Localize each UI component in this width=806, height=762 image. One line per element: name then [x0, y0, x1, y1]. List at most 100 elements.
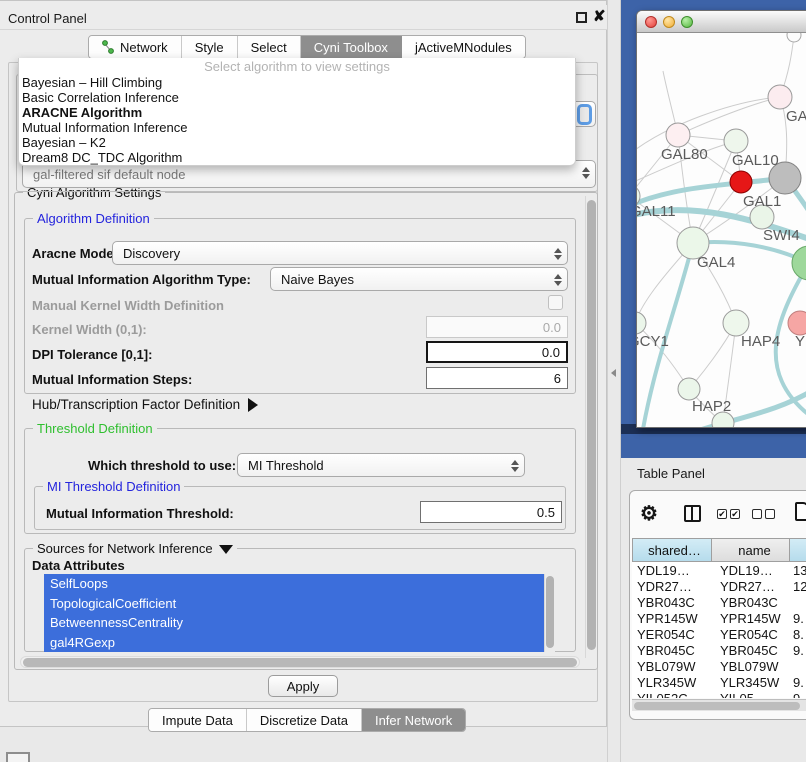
minimized-panel-icon[interactable] [6, 752, 30, 762]
node-label: HAP2 [692, 398, 731, 415]
algorithm-definition-title: Algorithm Definition [33, 211, 154, 226]
which-threshold-value: MI Threshold [248, 458, 324, 473]
list-item[interactable]: BetweennessCentrality [44, 613, 544, 633]
tab-impute-data[interactable]: Impute Data [149, 709, 247, 731]
tab-jactivemnodules[interactable]: jActiveMNodules [402, 36, 525, 58]
network-node-gal10[interactable] [724, 129, 748, 153]
tab-select[interactable]: Select [238, 36, 301, 58]
kernel-width-field[interactable]: 0.0 [426, 316, 568, 338]
algorithm-option-aracne[interactable]: ARACNE Algorithm [19, 105, 575, 120]
network-node-gal1-selected[interactable] [730, 171, 752, 193]
column-header-shared[interactable]: shared… [632, 538, 712, 562]
page-icon[interactable] [795, 502, 806, 521]
deselect-all-icon[interactable] [752, 509, 775, 519]
columns-icon[interactable] [684, 505, 701, 522]
table-row[interactable]: YDR27…YDR27…12 [632, 578, 806, 594]
algorithm-option-basic-correlation[interactable]: Basic Correlation Inference [19, 90, 575, 105]
network-node-green[interactable] [792, 246, 806, 280]
close-panel-icon[interactable]: ✘ [593, 7, 606, 25]
mi-threshold-definition-title: MI Threshold Definition [43, 479, 184, 494]
node-label: GAL4 [697, 254, 735, 271]
node-label: GCY1 [637, 333, 669, 350]
list-item[interactable]: SelfLoops [44, 574, 544, 594]
table-panel-title: Table Panel [637, 466, 705, 481]
algorithm-option-bayesian-k2[interactable]: Bayesian – K2 [19, 135, 575, 150]
attributes-list-scrollbar[interactable] [544, 574, 555, 652]
minimize-window-button[interactable] [663, 16, 675, 28]
manual-kernel-label: Manual Kernel Width Definition [32, 298, 224, 313]
table-row[interactable]: YLR345WYLR345W9. [632, 674, 806, 690]
network-node-salmon[interactable] [788, 311, 806, 335]
column-header-name[interactable]: name [712, 538, 790, 562]
network-canvas[interactable]: GAL GAL80 GAL10 GAL1 GAL11 SWI4 GAL4 GCY… [637, 33, 806, 428]
select-all-icon[interactable]: ✔✔ [717, 509, 740, 519]
network-node-gal80[interactable] [666, 123, 690, 147]
list-item[interactable]: TopologicalCoefficient [44, 594, 544, 614]
manual-kernel-checkbox[interactable] [548, 295, 563, 310]
tab-cyni-toolbox[interactable]: Cyni Toolbox [301, 36, 402, 58]
network-node-gcy1[interactable] [637, 312, 646, 334]
control-panel-tab-bar: Network Style Select Cyni Toolbox jActiv… [88, 35, 526, 59]
node-label: Y [795, 333, 805, 350]
sources-title-toggle[interactable]: Sources for Network Inference [33, 541, 237, 556]
mi-threshold-field[interactable]: 0.5 [420, 501, 562, 523]
network-node-hap2[interactable] [678, 378, 700, 400]
table-row[interactable]: YDL19…YDL19…13 [632, 562, 806, 578]
settings-horizontal-scrollbar[interactable] [20, 656, 580, 668]
table-row[interactable]: YPR145WYPR145W9. [632, 610, 806, 626]
expanded-arrow-icon [219, 545, 233, 554]
hub-definition-toggle[interactable]: Hub/Transcription Factor Definition [32, 397, 258, 412]
scrollbar-thumb[interactable] [587, 200, 596, 650]
table-row[interactable]: YBR045CYBR045C9. [632, 642, 806, 658]
algorithm-option-dream8[interactable]: Dream8 DC_TDC Algorithm [19, 150, 575, 165]
node-label: SWI4 [763, 227, 800, 244]
table-body[interactable]: YDL19…YDL19…13 YDR27…YDR27…12 YBR043CYBR… [632, 562, 806, 698]
mi-type-value: Naive Bayes [281, 272, 354, 287]
dpi-tolerance-label: DPI Tolerance [0,1]: [32, 347, 152, 362]
mi-threshold-label: Mutual Information Threshold: [46, 506, 234, 521]
table-row[interactable]: YBR043CYBR043C [632, 594, 806, 610]
mi-steps-field[interactable]: 6 [426, 367, 568, 389]
list-item[interactable]: gal4RGexp [44, 633, 544, 653]
node-label: GAL80 [661, 146, 708, 163]
threshold-definition-title: Threshold Definition [33, 421, 157, 436]
which-threshold-label: Which threshold to use: [88, 458, 236, 473]
network-view-window[interactable]: GAL GAL80 GAL10 GAL1 GAL11 SWI4 GAL4 GCY… [636, 10, 806, 428]
tab-discretize-data[interactable]: Discretize Data [247, 709, 362, 731]
network-window-titlebar[interactable] [637, 11, 806, 33]
control-panel-title: Control Panel [8, 11, 87, 26]
column-header-partial[interactable] [790, 538, 806, 562]
apply-button[interactable]: Apply [268, 675, 338, 697]
table-horizontal-scrollbar[interactable] [632, 699, 806, 711]
zoom-window-button[interactable] [681, 16, 693, 28]
gear-icon[interactable]: ⚙ [640, 501, 658, 526]
scrollbar-thumb[interactable] [23, 658, 577, 667]
table-row[interactable]: YBL079WYBL079W [632, 658, 806, 674]
dpi-tolerance-field[interactable]: 0.0 [426, 341, 568, 363]
collapsed-arrow-icon [248, 398, 258, 412]
mi-type-combo[interactable]: Naive Bayes [270, 267, 568, 291]
focus-ring [577, 104, 592, 125]
settings-vertical-scrollbar[interactable] [585, 196, 597, 658]
table-row[interactable]: YIL052CYIL05…9. [632, 690, 806, 698]
which-threshold-combo[interactable]: MI Threshold [237, 453, 525, 477]
tab-network[interactable]: Network [89, 36, 182, 58]
aracne-mode-combo[interactable]: Discovery [112, 241, 568, 265]
float-panel-button[interactable] [576, 12, 587, 23]
network-node-gal-partial[interactable] [768, 85, 792, 109]
algorithm-option-bayesian-hill-climbing[interactable]: Bayesian – Hill Climbing [19, 75, 575, 90]
kernel-width-label: Kernel Width (0,1): [32, 322, 147, 337]
network-node[interactable] [787, 33, 801, 42]
tab-infer-network[interactable]: Infer Network [362, 709, 465, 731]
scrollbar-thumb[interactable] [634, 702, 800, 710]
close-window-button[interactable] [645, 16, 657, 28]
panel-splitter[interactable] [607, 0, 621, 762]
tab-style[interactable]: Style [182, 36, 238, 58]
algorithm-option-mutual-information[interactable]: Mutual Information Inference [19, 120, 575, 135]
splitter-collapse-arrow[interactable] [611, 369, 616, 377]
aracne-mode-value: Discovery [123, 246, 180, 261]
scrollbar-thumb[interactable] [546, 576, 554, 648]
stepper-icon [581, 165, 590, 181]
table-row[interactable]: YER054CYER054C8. [632, 626, 806, 642]
stepper-icon [553, 246, 562, 262]
